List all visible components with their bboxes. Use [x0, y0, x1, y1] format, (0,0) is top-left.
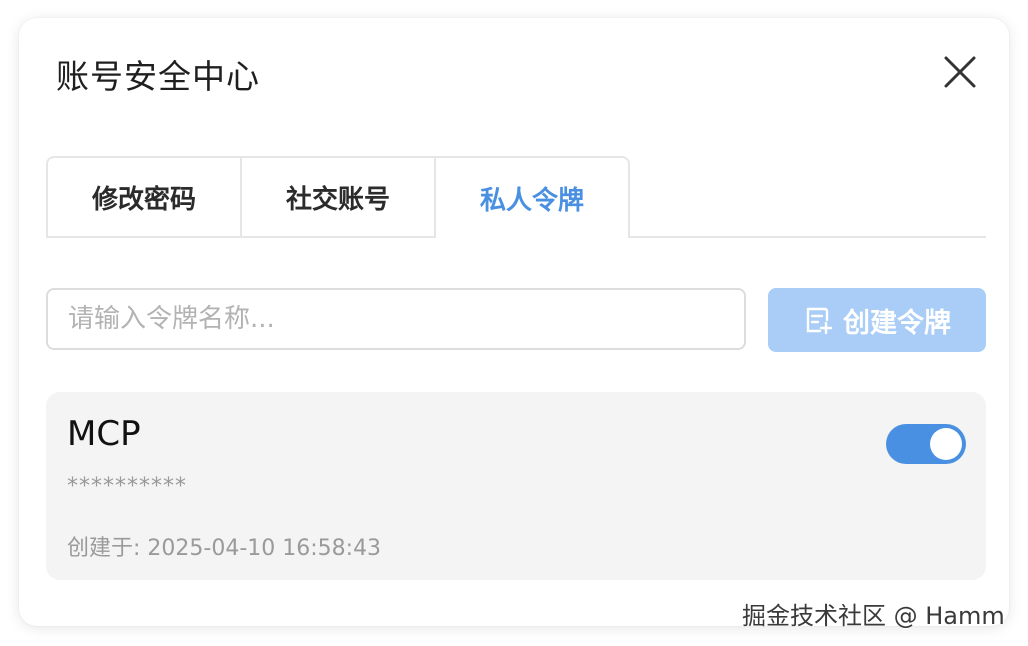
- toggle-knob: [930, 428, 962, 460]
- account-security-dialog: 账号安全中心 修改密码 社交账号 私人令牌 创建令牌 MCP *********: [19, 18, 1009, 626]
- watermark: 掘金技术社区 @ Hamm: [742, 602, 1005, 630]
- close-button[interactable]: [940, 52, 980, 92]
- dialog-title: 账号安全中心: [56, 57, 260, 96]
- create-token-button[interactable]: 创建令牌: [768, 288, 986, 352]
- tab-change-password[interactable]: 修改密码: [46, 156, 242, 236]
- token-enabled-toggle[interactable]: [886, 424, 966, 464]
- token-created-time: 创建于: 2025-04-10 16:58:43: [67, 536, 382, 561]
- token-masked-value: **********: [67, 474, 187, 499]
- token-name: MCP: [67, 414, 141, 454]
- token-name-input[interactable]: [46, 288, 746, 350]
- tab-bar: 修改密码 社交账号 私人令牌: [46, 156, 986, 238]
- create-token-label: 创建令牌: [843, 307, 951, 339]
- token-card: MCP ********** 创建于: 2025-04-10 16:58:43: [46, 392, 986, 580]
- add-document-icon: [803, 305, 833, 335]
- tab-social-accounts[interactable]: 社交账号: [240, 156, 436, 236]
- close-icon: [944, 56, 976, 88]
- tab-private-tokens[interactable]: 私人令牌: [434, 156, 630, 238]
